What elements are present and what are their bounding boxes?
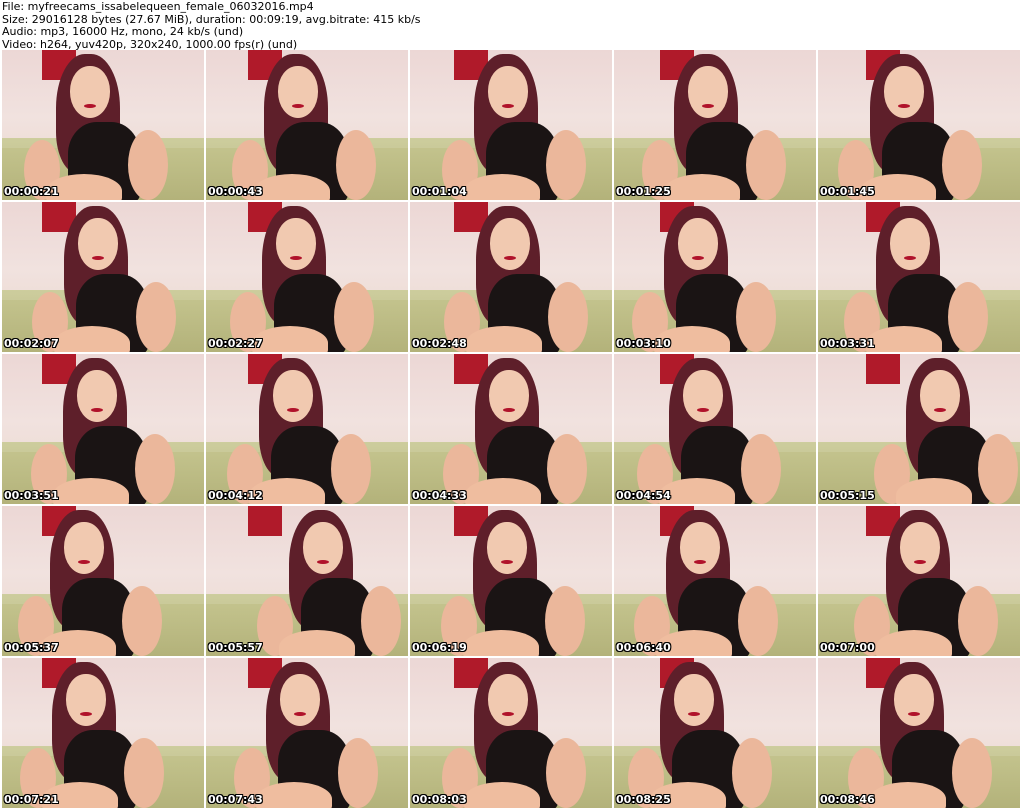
video-thumbnail[interactable]: 00:02:07: [2, 202, 204, 352]
person-figure: [614, 506, 816, 656]
thumbnail-timestamp: 00:04:33: [412, 489, 467, 502]
person-figure: [818, 658, 1020, 808]
video-thumbnail[interactable]: 00:04:54: [614, 354, 816, 504]
person-figure: [818, 506, 1020, 656]
video-thumbnail[interactable]: 00:05:37: [2, 506, 204, 656]
video-thumbnail[interactable]: 00:00:43: [206, 50, 408, 200]
thumbnail-timestamp: 00:06:40: [616, 641, 671, 654]
person-figure: [206, 354, 408, 504]
file-info-header: File: myfreecams_issabelequeen_female_06…: [0, 0, 1024, 50]
video-thumbnail[interactable]: 00:00:21: [2, 50, 204, 200]
thumbnail-timestamp: 00:00:21: [4, 185, 59, 198]
thumbnail-timestamp: 00:01:45: [820, 185, 875, 198]
video-thumbnail[interactable]: 00:05:57: [206, 506, 408, 656]
video-thumbnail[interactable]: 00:01:25: [614, 50, 816, 200]
video-thumbnail[interactable]: 00:07:43: [206, 658, 408, 808]
file-name-line: File: myfreecams_issabelequeen_female_06…: [2, 0, 314, 13]
video-thumbnail[interactable]: 00:04:12: [206, 354, 408, 504]
thumbnail-timestamp: 00:02:27: [208, 337, 263, 350]
audio-info-line: Audio: mp3, 16000 Hz, mono, 24 kb/s (und…: [2, 25, 244, 38]
person-figure: [614, 202, 816, 352]
person-figure: [206, 202, 408, 352]
person-figure: [206, 658, 408, 808]
thumbnail-timestamp: 00:05:37: [4, 641, 59, 654]
person-figure: [614, 658, 816, 808]
video-thumbnail[interactable]: 00:02:27: [206, 202, 408, 352]
thumbnail-timestamp: 00:03:51: [4, 489, 59, 502]
video-thumbnail[interactable]: 00:08:25: [614, 658, 816, 808]
thumbnail-timestamp: 00:00:43: [208, 185, 263, 198]
thumbnail-timestamp: 00:01:25: [616, 185, 671, 198]
video-thumbnail[interactable]: 00:08:03: [410, 658, 612, 808]
video-thumbnail[interactable]: 00:05:15: [818, 354, 1020, 504]
person-figure: [818, 354, 1020, 504]
video-thumbnail[interactable]: 00:07:21: [2, 658, 204, 808]
video-thumbnail[interactable]: 00:04:33: [410, 354, 612, 504]
video-thumbnail[interactable]: 00:03:51: [2, 354, 204, 504]
video-thumbnail[interactable]: 00:01:45: [818, 50, 1020, 200]
person-figure: [410, 658, 612, 808]
thumbnail-timestamp: 00:08:25: [616, 793, 671, 806]
person-figure: [614, 354, 816, 504]
thumbnail-timestamp: 00:03:31: [820, 337, 875, 350]
person-figure: [410, 354, 612, 504]
thumbnail-timestamp: 00:05:15: [820, 489, 875, 502]
person-figure: [206, 506, 408, 656]
thumbnail-grid: 00:00:21 00:00:43 00:01:04 00:01:25 00:01:45…: [0, 50, 1020, 808]
thumbnail-timestamp: 00:07:00: [820, 641, 875, 654]
video-thumbnail[interactable]: 00:01:04: [410, 50, 612, 200]
thumbnail-timestamp: 00:01:04: [412, 185, 467, 198]
video-thumbnail[interactable]: 00:06:19: [410, 506, 612, 656]
thumbnail-timestamp: 00:02:48: [412, 337, 467, 350]
person-figure: [818, 50, 1020, 200]
person-figure: [614, 50, 816, 200]
video-thumbnail[interactable]: 00:08:46: [818, 658, 1020, 808]
video-thumbnail[interactable]: 00:06:40: [614, 506, 816, 656]
thumbnail-timestamp: 00:06:19: [412, 641, 467, 654]
person-figure: [410, 50, 612, 200]
thumbnail-timestamp: 00:08:03: [412, 793, 467, 806]
thumbnail-timestamp: 00:05:57: [208, 641, 263, 654]
thumbnail-timestamp: 00:03:10: [616, 337, 671, 350]
person-figure: [818, 202, 1020, 352]
video-thumbnail[interactable]: 00:03:10: [614, 202, 816, 352]
person-figure: [410, 506, 612, 656]
person-figure: [206, 50, 408, 200]
person-figure: [2, 354, 204, 504]
video-thumbnail[interactable]: 00:07:00: [818, 506, 1020, 656]
video-thumbnail[interactable]: 00:02:48: [410, 202, 612, 352]
thumbnail-timestamp: 00:02:07: [4, 337, 59, 350]
thumbnail-timestamp: 00:04:54: [616, 489, 671, 502]
person-figure: [2, 658, 204, 808]
person-figure: [2, 50, 204, 200]
thumbnail-timestamp: 00:07:21: [4, 793, 59, 806]
person-figure: [2, 202, 204, 352]
thumbnail-timestamp: 00:07:43: [208, 793, 263, 806]
thumbnail-timestamp: 00:04:12: [208, 489, 263, 502]
thumbnail-timestamp: 00:08:46: [820, 793, 875, 806]
person-figure: [410, 202, 612, 352]
video-thumbnail[interactable]: 00:03:31: [818, 202, 1020, 352]
person-figure: [2, 506, 204, 656]
